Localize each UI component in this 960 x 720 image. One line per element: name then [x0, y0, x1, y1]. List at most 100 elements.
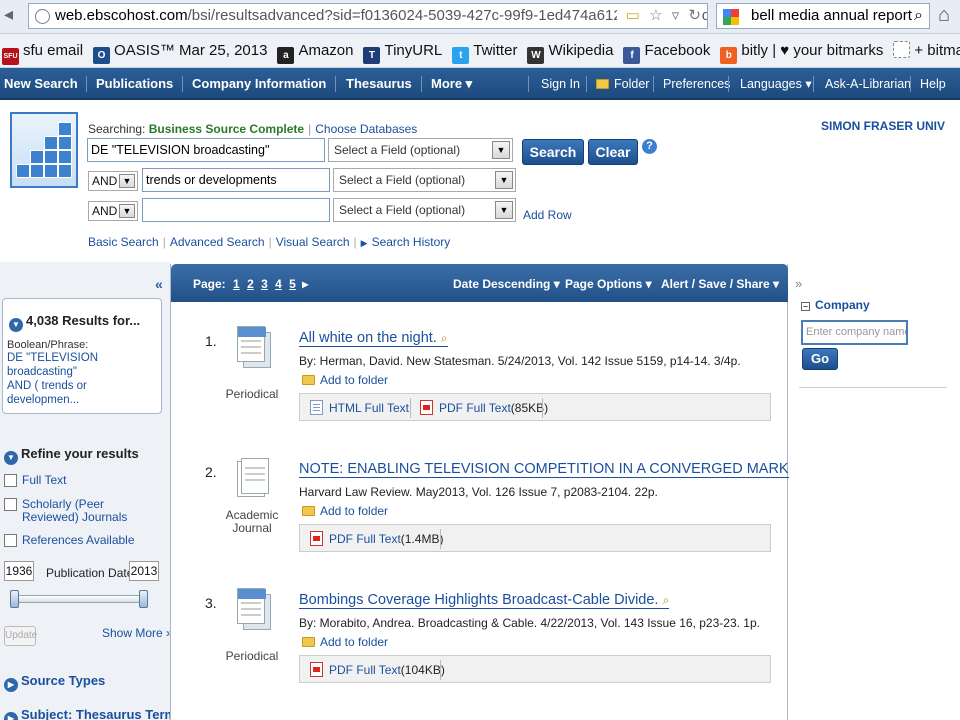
- back-icon[interactable]: ◂: [4, 4, 13, 25]
- field-select-1[interactable]: Select a Field (optional) ▼: [328, 138, 513, 162]
- address-bar[interactable]: web.ebscohost.com/bsi/resultsadvanced?si…: [28, 3, 708, 29]
- academic-journal-icon[interactable]: [233, 455, 273, 501]
- company-name-input[interactable]: Enter company name: [801, 320, 908, 345]
- page-5[interactable]: 5: [289, 277, 296, 291]
- clear-button[interactable]: Clear: [588, 139, 638, 165]
- result-title-link[interactable]: All white on the night. ⌕: [299, 330, 448, 347]
- date-slider-end-handle[interactable]: [139, 590, 148, 608]
- sort-dropdown[interactable]: Date Descending ▾: [453, 277, 560, 291]
- update-button[interactable]: Update: [4, 626, 37, 646]
- show-more-link[interactable]: Show More »: [102, 626, 173, 640]
- full-text-links: HTML Full Text PDF Full Text(85KB): [299, 393, 771, 421]
- subject-thesaurus-facet[interactable]: ▶ Subject: Thesaurus Term: [4, 707, 176, 720]
- boolean-select-3[interactable]: AND ▼: [88, 201, 138, 221]
- nav-new-search[interactable]: New Search: [4, 68, 78, 100]
- results-toolbar: Page: 1 2 3 4 5 ▸ Date Descending ▾ Page…: [171, 264, 788, 302]
- home-icon[interactable]: ⌂: [938, 4, 950, 27]
- date-slider-track[interactable]: [12, 595, 148, 603]
- advanced-search-link[interactable]: Advanced Search: [170, 235, 265, 249]
- date-slider-start-handle[interactable]: [10, 590, 19, 608]
- boolean-select-2[interactable]: AND ▼: [88, 171, 138, 191]
- search-term-2[interactable]: trends or developments: [142, 168, 330, 192]
- nav-folder[interactable]: Folder: [596, 68, 649, 100]
- source-types-facet[interactable]: ▶ Source Types: [4, 673, 105, 692]
- pdf-full-text-link[interactable]: PDF Full Text(1.4MB): [310, 531, 443, 546]
- refine-results-heading[interactable]: ▼ Refine your results: [4, 446, 139, 465]
- nav-more[interactable]: More ▾: [431, 68, 472, 100]
- result-item: 3. Periodical Bombings Coverage Highlights…: [171, 586, 788, 696]
- reload-icon[interactable]: ↻: [688, 7, 701, 24]
- add-to-folder-link[interactable]: Add to folder: [302, 373, 388, 387]
- collapse-left-icon[interactable]: «: [155, 276, 163, 292]
- search-term-1[interactable]: DE "TELEVISION broadcasting": [87, 138, 325, 162]
- references-filter[interactable]: References Available: [4, 534, 154, 548]
- alert-save-share-dropdown[interactable]: Alert / Save / Share ▾: [661, 277, 779, 291]
- expand-right-icon[interactable]: »: [795, 276, 802, 291]
- nav-thesaurus[interactable]: Thesaurus: [346, 68, 412, 100]
- html-full-text-link[interactable]: HTML Full Text: [310, 400, 409, 415]
- add-to-folder-link[interactable]: Add to folder: [302, 504, 388, 518]
- page-2[interactable]: 2: [247, 277, 254, 291]
- bookmark-oasis[interactable]: O OASIS™ Mar 25, 2013: [93, 34, 267, 67]
- visual-search-link[interactable]: Visual Search: [276, 235, 350, 249]
- nav-ask-a-librarian[interactable]: Ask-A-Librarian: [825, 68, 911, 100]
- nav-preferences[interactable]: Preferences: [663, 68, 730, 100]
- web-search-box[interactable]: bell media annual report ⌕: [716, 3, 930, 29]
- periodical-icon[interactable]: [233, 324, 273, 370]
- page-3[interactable]: 3: [261, 277, 268, 291]
- nav-languages[interactable]: Languages ▾: [740, 68, 812, 100]
- folder-icon[interactable]: ▭: [626, 7, 640, 24]
- field-select-2[interactable]: Select a Field (optional) ▼: [333, 168, 516, 192]
- search-button[interactable]: Search: [522, 139, 584, 165]
- page-1[interactable]: 1: [233, 277, 240, 291]
- bookmark-wikipedia[interactable]: W Wikipedia: [527, 34, 613, 67]
- bookmark-tinyurl[interactable]: T TinyURL: [363, 34, 442, 67]
- bookmark-bitmark[interactable]: + bitmark: [893, 34, 960, 67]
- star-icon[interactable]: ☆: [649, 7, 662, 24]
- nav-company-information[interactable]: Company Information: [192, 68, 326, 100]
- file-size: (104KB): [400, 663, 445, 677]
- results-count[interactable]: ▼ 4,038 Results for...: [9, 313, 140, 332]
- choose-databases-link[interactable]: Choose Databases: [315, 122, 417, 136]
- company-facet-heading[interactable]: − Company: [801, 298, 870, 312]
- nav-help[interactable]: Help: [920, 68, 946, 100]
- preview-magnifier-icon[interactable]: ⌕: [662, 593, 669, 607]
- result-title-link[interactable]: NOTE: ENABLING TELEVISION COMPETITION IN…: [299, 461, 821, 478]
- bookmark-sfu[interactable]: SFU sfu email: [2, 34, 83, 67]
- search-term-3[interactable]: [142, 198, 330, 222]
- bookmark-amazon[interactable]: a Amazon: [277, 34, 353, 67]
- page-options-dropdown[interactable]: Page Options ▾: [565, 277, 652, 291]
- checkbox[interactable]: [4, 534, 17, 547]
- checkbox[interactable]: [4, 474, 17, 487]
- search-history-link[interactable]: Search History: [372, 235, 451, 249]
- checkbox[interactable]: [4, 498, 17, 511]
- year-to-input[interactable]: 2013: [129, 561, 159, 581]
- bookmark-facebook[interactable]: f Facebook: [623, 34, 710, 67]
- basic-search-link[interactable]: Basic Search: [88, 235, 159, 249]
- go-button[interactable]: Go: [802, 348, 838, 370]
- folder-icon: [596, 79, 609, 89]
- nav-sign-in[interactable]: Sign In: [541, 68, 580, 100]
- field-select-3[interactable]: Select a Field (optional) ▼: [333, 198, 516, 222]
- pdf-full-text-link[interactable]: PDF Full Text(85KB): [420, 400, 548, 415]
- boolean-phrase-text[interactable]: DE "TELEVISION broadcasting" AND ( trends…: [7, 351, 159, 407]
- year-from-input[interactable]: 1936: [4, 561, 34, 581]
- add-row-link[interactable]: Add Row: [523, 208, 572, 222]
- periodical-icon[interactable]: [233, 586, 273, 632]
- collapse-icon: −: [801, 302, 810, 311]
- next-page-icon[interactable]: ▸: [302, 277, 308, 291]
- search-icon[interactable]: ⌕: [914, 4, 923, 28]
- nav-publications[interactable]: Publications: [96, 68, 173, 100]
- bookmark-bitly[interactable]: b bitly | ♥ your bitmarks: [720, 34, 883, 67]
- preview-magnifier-icon[interactable]: ⌕: [441, 331, 448, 345]
- dropdown-icon[interactable]: ▿: [672, 7, 680, 24]
- full-text-filter[interactable]: Full Text: [4, 474, 154, 488]
- result-title-link[interactable]: Bombings Coverage Highlights Broadcast-C…: [299, 592, 670, 609]
- page-4[interactable]: 4: [275, 277, 282, 291]
- sfu-icon: SFU: [2, 48, 19, 65]
- bookmark-twitter[interactable]: t Twitter: [452, 34, 517, 67]
- scholarly-filter[interactable]: Scholarly (Peer Reviewed) Journals: [4, 498, 154, 526]
- pdf-full-text-link[interactable]: PDF Full Text(104KB): [310, 662, 445, 677]
- help-icon[interactable]: ?: [642, 139, 657, 154]
- add-to-folder-link[interactable]: Add to folder: [302, 635, 388, 649]
